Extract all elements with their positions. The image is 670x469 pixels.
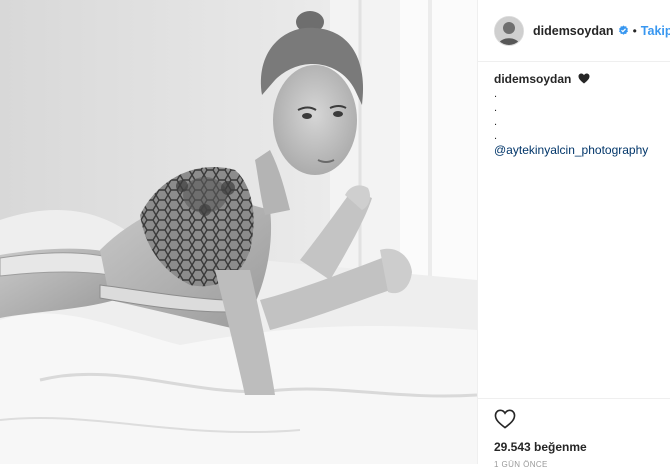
caption-username[interactable]: didemsoydan	[494, 72, 571, 86]
caption-line: .	[494, 102, 498, 114]
header-username[interactable]: didemsoydan	[533, 24, 614, 38]
instagram-post: didemsoydan • Takip Et didemsoydan .	[0, 0, 670, 469]
post-image	[0, 0, 477, 464]
follow-button[interactable]: Takip Et	[641, 24, 670, 38]
post-sidebar: didemsoydan • Takip Et didemsoydan .	[477, 0, 670, 469]
likes-count[interactable]: 29.543 beğenme	[494, 440, 654, 454]
avatar[interactable]	[494, 15, 524, 46]
post-photo[interactable]	[0, 0, 477, 464]
post-actions: 29.543 beğenme 1 GÜN ÖNCE	[478, 398, 670, 469]
caption-line: .	[494, 116, 498, 128]
post-header: didemsoydan • Takip Et	[478, 0, 670, 62]
black-heart-icon	[578, 73, 590, 87]
caption-mention-link[interactable]: @aytekinyalcin_photography	[494, 143, 648, 157]
avatar-image	[495, 16, 523, 45]
header-separator: •	[632, 23, 637, 38]
like-button[interactable]	[494, 409, 516, 432]
post-timestamp[interactable]: 1 GÜN ÖNCE	[494, 460, 654, 469]
verified-badge-icon	[618, 25, 629, 36]
caption-line: .	[494, 88, 498, 100]
caption-line: .	[494, 130, 498, 142]
heart-outline-icon	[494, 409, 516, 429]
post-caption: didemsoydan . . . . @aytekinyalcin_photo…	[478, 62, 670, 157]
